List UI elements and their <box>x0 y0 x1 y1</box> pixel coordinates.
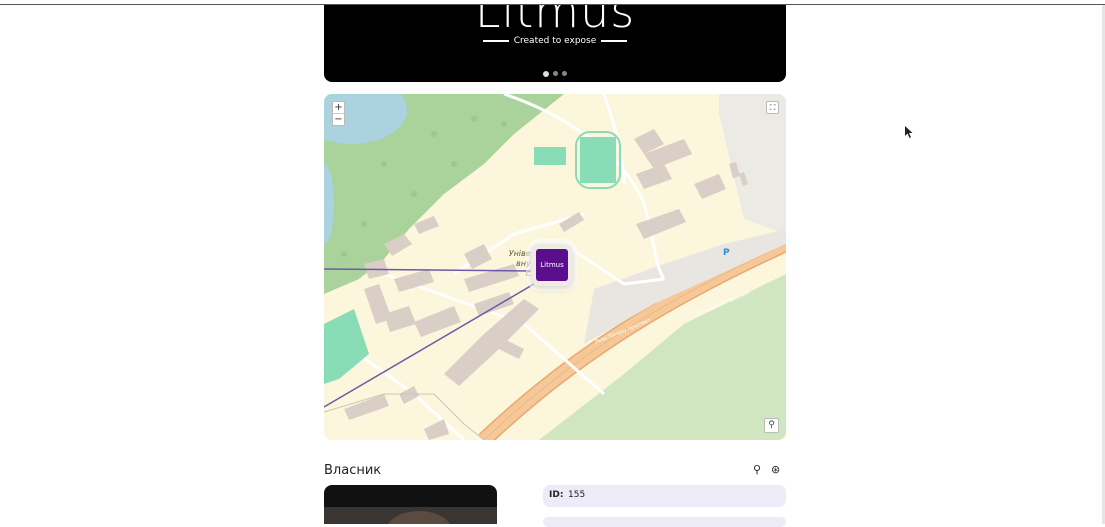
carousel-dots <box>324 70 786 77</box>
tagline: Created to expose <box>513 36 597 46</box>
marker-logo: Litmus <box>536 249 568 281</box>
carousel-dot[interactable] <box>553 71 558 76</box>
location-pin-icon[interactable]: ⚲ <box>764 418 779 433</box>
owner-actions: ⚲ ⊛ <box>753 464 783 476</box>
zoom-control: + − <box>332 101 345 126</box>
parking-label: P <box>723 248 730 258</box>
tagline-row: Created to expose <box>324 36 786 46</box>
owner-section-title: Власник <box>324 463 382 478</box>
owner-photo <box>324 485 497 524</box>
owner-field <box>543 517 786 527</box>
brand-logo: Litmus <box>474 5 636 38</box>
zoom-out-button[interactable]: − <box>333 113 344 125</box>
location-map[interactable]: + − ⛶ ⚲ Університ внутріш справ P Льва Л… <box>324 94 786 440</box>
owner-id-field: ID: 155 <box>543 485 786 507</box>
carousel-dot[interactable] <box>543 70 549 77</box>
zoom-in-button[interactable]: + <box>333 102 344 113</box>
id-value: 155 <box>568 490 586 500</box>
hero-banner[interactable]: Litmus Created to expose <box>324 5 786 82</box>
marker-label: Litmus <box>540 261 564 269</box>
location-pin-icon[interactable]: ⚲ <box>753 464 765 476</box>
carousel-dot[interactable] <box>562 71 567 76</box>
radar-icon[interactable]: ⊛ <box>771 464 783 476</box>
mouse-cursor-icon <box>905 123 913 142</box>
map-marker[interactable]: Litmus <box>531 244 573 286</box>
tagline-rule-right <box>601 40 628 42</box>
fullscreen-icon[interactable]: ⛶ <box>766 101 779 114</box>
id-label: ID: <box>549 490 564 500</box>
tagline-rule-left <box>482 40 509 42</box>
